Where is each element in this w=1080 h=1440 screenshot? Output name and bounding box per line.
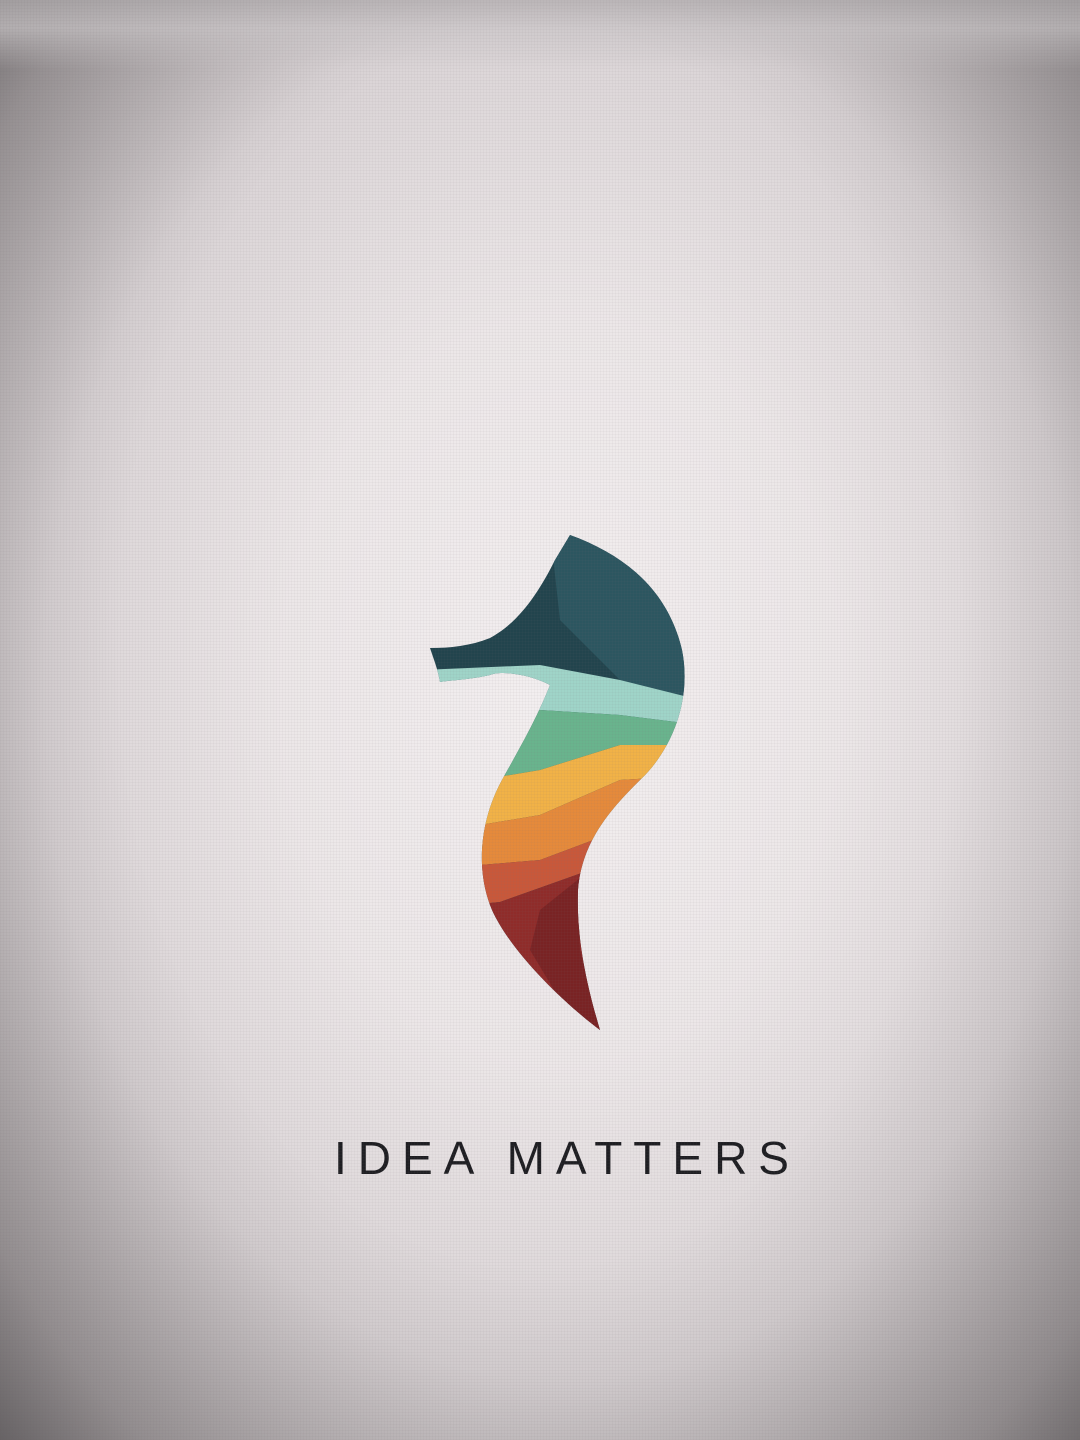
monitor-top-bezel	[0, 0, 1080, 70]
seahorse-logo-shape	[430, 535, 685, 1030]
tagline-text: IDEA MATTERS	[334, 1132, 800, 1184]
seahorse-logo-icon	[430, 535, 685, 1030]
